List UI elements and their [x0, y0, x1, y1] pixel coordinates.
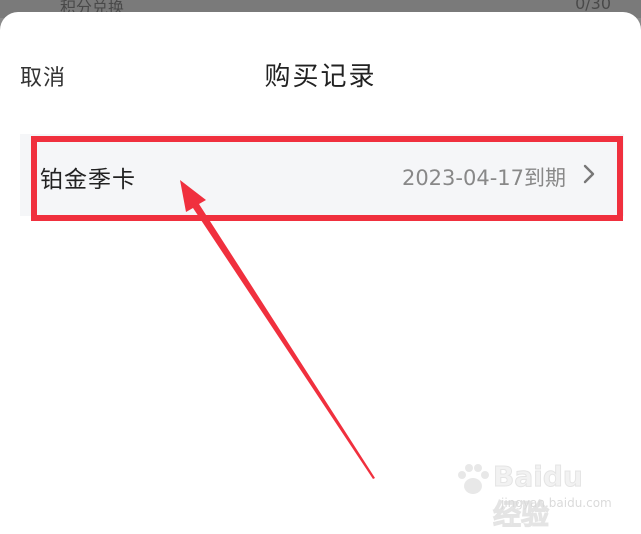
- purchase-record-row[interactable]: 铂金季卡 2023-04-17到期: [20, 134, 624, 216]
- record-expiry-date: 2023-04-17到期: [401, 166, 566, 190]
- chevron-right-icon: [583, 164, 595, 184]
- record-name: 铂金季卡: [40, 167, 136, 193]
- sheet-title: 购买记录: [264, 62, 377, 92]
- sheet-header: 取消 购买记录: [0, 12, 641, 122]
- purchase-records-sheet: 取消 购买记录 铂金季卡 2023-04-17到期: [0, 12, 641, 534]
